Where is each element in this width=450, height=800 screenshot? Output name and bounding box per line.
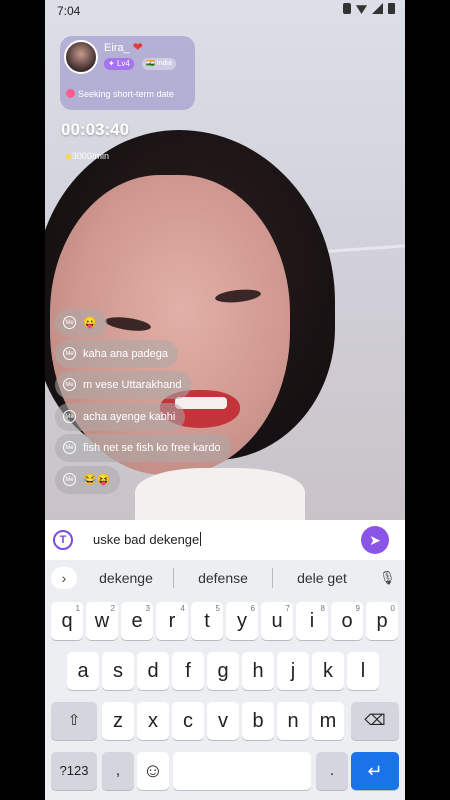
- bio-line: Seeking short-term date: [66, 86, 194, 102]
- comma-key[interactable]: ,: [102, 752, 134, 790]
- chat-text: 😂😝: [83, 474, 111, 486]
- key-o[interactable]: o9: [331, 602, 363, 640]
- chat-text: acha ayenge kabhi: [83, 411, 176, 423]
- enter-icon: ↵: [367, 761, 383, 781]
- heart-icon: ❤: [132, 40, 143, 54]
- space-key[interactable]: [173, 752, 311, 790]
- message-input-bar: T uske bad dekenge ➤: [45, 520, 405, 560]
- chat-message: Me kaha ana padega: [55, 340, 179, 368]
- suggestion-3[interactable]: dele get: [277, 570, 367, 586]
- battery-icon: [388, 3, 395, 14]
- status-time: 7:04: [57, 4, 81, 18]
- message-text: uske bad dekenge: [93, 532, 200, 547]
- key-r[interactable]: r4: [156, 602, 188, 640]
- key-y[interactable]: y6: [226, 602, 258, 640]
- key-k[interactable]: k: [312, 652, 344, 690]
- send-button[interactable]: ➤: [361, 526, 389, 554]
- keyboard: › dekenge defense dele get 🎙 q1 w2 e3 r4…: [45, 560, 405, 800]
- country-text: India: [156, 60, 172, 67]
- chat-message: Me fish net se fish ko free kardo: [55, 434, 231, 462]
- chevron-right-icon[interactable]: ›: [51, 567, 77, 589]
- chat-text: fish net se fish ko free kardo: [83, 442, 221, 454]
- me-badge: Me: [63, 347, 76, 360]
- wifi-icon: [356, 5, 367, 14]
- avatar[interactable]: [64, 40, 98, 74]
- key-h[interactable]: h: [242, 652, 274, 690]
- call-rate: ◆3000/min: [65, 151, 109, 162]
- key-p[interactable]: p0: [366, 602, 398, 640]
- message-input[interactable]: uske bad dekenge: [93, 532, 202, 547]
- emoji-key[interactable]: ☺: [137, 752, 169, 790]
- diamond-icon: ◆: [65, 151, 72, 161]
- level-badge: ✦ Lv4: [104, 58, 134, 70]
- country-badge: 🇮🇳 India: [142, 58, 176, 70]
- key-g[interactable]: g: [207, 652, 239, 690]
- backspace-key[interactable]: ⌫: [351, 702, 399, 740]
- host-name-row: Eira_ ❤: [104, 40, 143, 54]
- me-badge: Me: [63, 378, 76, 391]
- suggestion-divider: [173, 568, 174, 588]
- key-j[interactable]: j: [277, 652, 309, 690]
- chat-message: Me 😛: [55, 309, 107, 337]
- key-v[interactable]: v: [207, 702, 239, 740]
- key-w[interactable]: w2: [86, 602, 118, 640]
- symbols-key[interactable]: ?123: [51, 752, 97, 790]
- chat-message: Me acha ayenge kabhi: [55, 403, 186, 431]
- bio-heart-icon: [66, 89, 75, 98]
- teeth: [175, 397, 227, 409]
- key-i[interactable]: i8: [296, 602, 328, 640]
- call-timer: 00:03:40: [61, 120, 130, 139]
- chat-message: Me 😂😝: [55, 466, 121, 494]
- backspace-icon: ⌫: [364, 712, 386, 729]
- key-x[interactable]: x: [137, 702, 169, 740]
- key-e[interactable]: e3: [121, 602, 153, 640]
- period-key[interactable]: .: [316, 752, 348, 790]
- key-z[interactable]: z: [102, 702, 134, 740]
- app-screen: 7:04 Eira_ ❤ ✦ Lv4 🇮🇳 India Seeking short…: [45, 0, 405, 800]
- key-u[interactable]: u7: [261, 602, 293, 640]
- key-f[interactable]: f: [172, 652, 204, 690]
- suggestion-divider: [272, 568, 273, 588]
- key-q[interactable]: q1: [51, 602, 83, 640]
- status-bar: 7:04: [45, 0, 405, 22]
- host-profile-card[interactable]: Eira_ ❤ ✦ Lv4 🇮🇳 India Seeking short-term…: [60, 36, 195, 110]
- host-name: Eira_: [104, 42, 130, 54]
- key-d[interactable]: d: [137, 652, 169, 690]
- send-icon: ➤: [369, 532, 381, 548]
- me-badge: Me: [63, 410, 76, 423]
- vibrate-icon: [343, 3, 351, 14]
- chat-message: Me m vese Uttarakhand: [55, 371, 192, 399]
- status-icons: [343, 3, 395, 14]
- clothing: [135, 468, 305, 520]
- me-badge: Me: [63, 441, 76, 454]
- chat-text: kaha ana padega: [83, 348, 169, 360]
- suggestion-1[interactable]: dekenge: [81, 570, 171, 586]
- enter-key[interactable]: ↵: [351, 752, 399, 790]
- key-t[interactable]: t5: [191, 602, 223, 640]
- bio-text: Seeking short-term date: [78, 89, 175, 99]
- suggestion-bar: › dekenge defense dele get 🎙: [45, 560, 405, 596]
- suggestion-2[interactable]: defense: [178, 570, 268, 586]
- shift-key[interactable]: ⇧: [51, 702, 97, 740]
- key-n[interactable]: n: [277, 702, 309, 740]
- key-s[interactable]: s: [102, 652, 134, 690]
- text-cursor: [200, 532, 202, 546]
- key-m[interactable]: m: [312, 702, 344, 740]
- translate-icon[interactable]: T: [53, 530, 73, 550]
- rate-text: 3000/min: [71, 151, 109, 161]
- mic-icon[interactable]: 🎙: [379, 567, 396, 589]
- me-badge: Me: [63, 316, 76, 329]
- signal-icon: [372, 3, 383, 14]
- key-l[interactable]: l: [347, 652, 379, 690]
- me-badge: Me: [63, 473, 76, 486]
- key-c[interactable]: c: [172, 702, 204, 740]
- key-a[interactable]: a: [67, 652, 99, 690]
- level-text: Lv4: [116, 59, 130, 68]
- key-b[interactable]: b: [242, 702, 274, 740]
- chat-text: m vese Uttarakhand: [83, 379, 182, 391]
- emoji-icon: ☺: [142, 760, 164, 782]
- shift-icon: ⇧: [67, 712, 81, 729]
- chat-text: 😛: [83, 317, 97, 329]
